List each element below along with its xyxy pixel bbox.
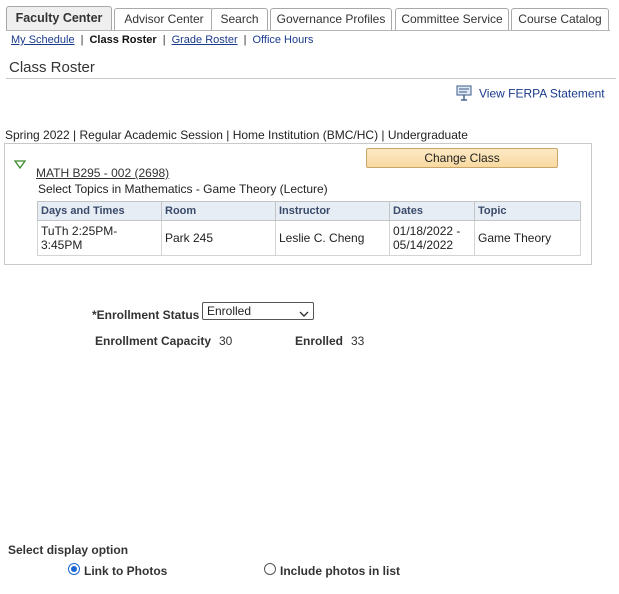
enrollment-capacity-label: Enrollment Capacity [95,334,212,348]
tab-advisor-center[interactable]: Advisor Center [114,8,214,30]
enrollment-status-select[interactable]: Enrolled [202,302,314,320]
top-tabs: Faculty Center Advisor Center Search Gov… [6,6,610,30]
term-info: Spring 2022 | Regular Academic Session |… [5,128,468,142]
column-header-instructor: Instructor [275,201,390,221]
column-header-dates: Dates [389,201,475,221]
change-class-button[interactable]: Change Class [366,148,558,168]
include-photos-radio[interactable] [264,563,276,575]
column-header-days-times: Days and Times [37,201,162,221]
enrollment-status-label: *Enrollment Status [92,308,200,322]
cell-room: Park 245 [161,220,276,256]
page-title: Class Roster [9,59,95,76]
enrolled-label: Enrolled [295,334,344,348]
tab-committee-service[interactable]: Committee Service [395,8,509,30]
cell-topic: Game Theory [474,220,581,256]
class-description: Select Topics in Mathematics - Game Theo… [38,182,328,196]
tab-faculty-center[interactable]: Faculty Center [6,6,112,30]
link-to-photos-label[interactable]: Link to Photos [84,564,167,578]
tab-governance-profiles[interactable]: Governance Profiles [270,8,392,30]
include-photos-label[interactable]: Include photos in list [280,564,400,578]
tab-course-catalog[interactable]: Course Catalog [511,8,609,30]
meeting-table-header: Days and Times Room Instructor Dates Top… [37,201,581,221]
class-section-link[interactable]: MATH B295 - 002 (2698) [36,166,169,180]
chevron-down-icon [299,306,309,322]
document-icon [455,85,473,104]
office-hours-link[interactable]: Office Hours [252,34,313,46]
table-row: TuTh 2:25PM- 3:45PM Park 245 Leslie C. C… [37,220,581,256]
nav-separator: | [243,34,247,46]
class-roster-current: Class Roster [89,34,157,46]
title-divider [6,78,616,79]
meeting-table: Days and Times Room Instructor Dates Top… [37,201,581,256]
enrollment-status-value: Enrolled [207,304,252,318]
ferpa-statement-link[interactable]: View FERPA Statement [455,85,605,104]
nav-separator: | [162,34,166,46]
tab-search[interactable]: Search [211,8,268,30]
enrolled-value: 33 [351,334,365,348]
tab-divider [6,30,610,31]
link-to-photos-radio[interactable] [68,563,80,575]
cell-dates: 01/18/2022 - 05/14/2022 [389,220,475,256]
column-header-room: Room [161,201,276,221]
ferpa-link-text[interactable]: View FERPA Statement [479,87,605,101]
column-header-topic: Topic [474,201,581,221]
enrollment-capacity-value: 30 [219,334,233,348]
display-option-label: Select display option [8,543,129,557]
collapse-triangle-icon[interactable] [13,158,27,172]
sub-navigation: My Schedule | Class Roster | Grade Roster | Of… [11,33,313,47]
cell-instructor: Leslie C. Cheng [275,220,390,256]
nav-separator: | [80,34,84,46]
grade-roster-link[interactable]: Grade Roster [172,34,238,46]
my-schedule-link[interactable]: My Schedule [11,34,75,46]
cell-days-times: TuTh 2:25PM- 3:45PM [37,220,162,256]
